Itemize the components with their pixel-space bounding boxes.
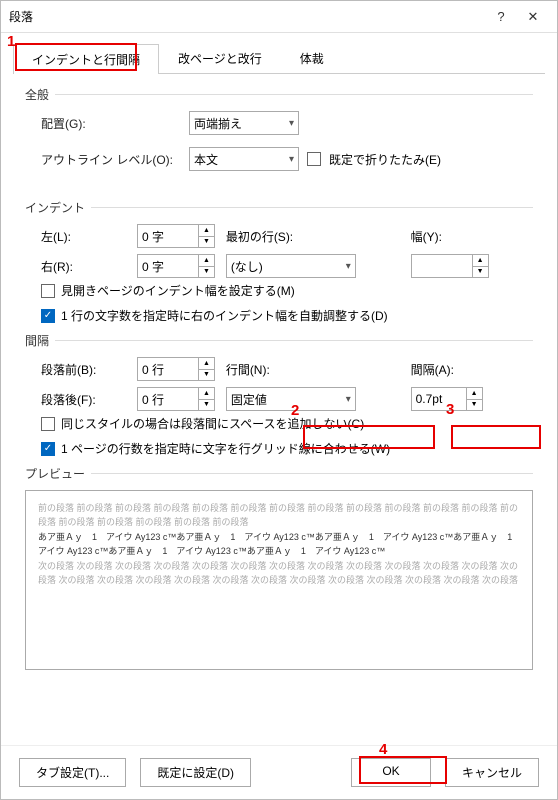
group-general: 全般 xyxy=(25,82,533,105)
no-space-label: 同じスタイルの場合は段落間にスペースを追加しない(C) xyxy=(61,415,364,432)
indent-width-label: 幅(Y): xyxy=(411,228,442,245)
spin-down-icon[interactable]: ▼ xyxy=(467,400,482,411)
divider xyxy=(55,94,533,95)
preview-before-text: 前の段落 前の段落 前の段落 前の段落 前の段落 前の段落 前の段落 前の段落 … xyxy=(38,501,520,530)
spin-up-icon[interactable]: ▲ xyxy=(473,255,488,267)
line-spacing-label: 行間(N): xyxy=(226,361,270,378)
preview-sample-text: あア亜Ａｙ 1 アイウ Ay123 c™あア亜Ａｙ 1 アイウ Ay123 c™… xyxy=(38,530,520,559)
before-spinner[interactable]: ▲▼ xyxy=(137,357,215,381)
spin-up-icon[interactable]: ▲ xyxy=(199,358,214,370)
preview-after-text: 次の段落 次の段落 次の段落 次の段落 次の段落 次の段落 次の段落 次の段落 … xyxy=(38,559,520,588)
alignment-value: 両端揃え xyxy=(194,115,242,132)
spin-down-icon[interactable]: ▼ xyxy=(199,370,214,381)
cancel-button[interactable]: キャンセル xyxy=(445,758,539,787)
auto-adjust-checkbox[interactable]: ✓ xyxy=(41,309,55,323)
indent-right-spinner[interactable]: ▲▼ xyxy=(137,254,215,278)
indent-width-input[interactable] xyxy=(411,254,473,278)
spin-down-icon[interactable]: ▼ xyxy=(199,400,214,411)
chevron-down-icon: ▾ xyxy=(289,118,294,129)
tab-page-break[interactable]: 改ページと改行 xyxy=(159,43,281,73)
tab-strip: インデントと行間隔 改ページと改行 体裁 xyxy=(13,43,545,74)
collapse-label: 既定で折りたたみ(E) xyxy=(329,151,441,168)
close-button[interactable]: ✕ xyxy=(517,9,549,25)
before-label: 段落前(B): xyxy=(41,361,131,378)
preview-box: 前の段落 前の段落 前の段落 前の段落 前の段落 前の段落 前の段落 前の段落 … xyxy=(25,490,533,670)
indent-heading: インデント xyxy=(25,199,85,218)
preview-heading: プレビュー xyxy=(25,465,85,484)
indent-right-input[interactable] xyxy=(137,254,199,278)
mirror-indent-checkbox[interactable] xyxy=(41,284,55,298)
after-spinner[interactable]: ▲▼ xyxy=(137,387,215,411)
after-label: 段落後(F): xyxy=(41,391,131,408)
spin-up-icon[interactable]: ▲ xyxy=(199,225,214,237)
group-preview: プレビュー xyxy=(25,461,533,484)
group-spacing: 間隔 xyxy=(25,328,533,351)
tabs-button[interactable]: タブ設定(T)... xyxy=(19,758,126,787)
chevron-down-icon: ▾ xyxy=(346,261,351,272)
spin-up-icon[interactable]: ▲ xyxy=(199,255,214,267)
paragraph-dialog: 1 2 3 4 段落 ? ✕ インデントと行間隔 改ページと改行 体裁 全般 配… xyxy=(0,0,558,800)
dialog-footer: タブ設定(T)... 既定に設定(D) OK キャンセル xyxy=(1,745,557,799)
dialog-content: 全般 配置(G): 両端揃え ▾ アウトライン レベル(O): 本文 ▾ 既定で… xyxy=(1,74,557,745)
alignment-select[interactable]: 両端揃え ▾ xyxy=(189,111,299,135)
spin-down-icon[interactable]: ▼ xyxy=(473,267,488,278)
snap-grid-label: 1 ページの行数を指定時に文字を行グリッド線に合わせる(W) xyxy=(61,440,390,457)
outline-value: 本文 xyxy=(194,151,218,168)
help-button[interactable]: ? xyxy=(485,9,517,24)
indent-left-input[interactable] xyxy=(137,224,199,248)
before-input[interactable] xyxy=(137,357,199,381)
chevron-down-icon: ▾ xyxy=(346,394,351,405)
dialog-title: 段落 xyxy=(9,8,485,25)
outline-select[interactable]: 本文 ▾ xyxy=(189,147,299,171)
first-line-label: 最初の行(S): xyxy=(226,228,293,245)
collapse-checkbox[interactable] xyxy=(307,152,321,166)
indent-right-label: 右(R): xyxy=(41,258,131,275)
alignment-label: 配置(G): xyxy=(41,115,181,132)
spacing-heading: 間隔 xyxy=(25,332,49,351)
first-line-value: (なし) xyxy=(231,258,263,275)
spin-down-icon[interactable]: ▼ xyxy=(199,267,214,278)
at-input[interactable] xyxy=(411,387,467,411)
spin-up-icon[interactable]: ▲ xyxy=(199,388,214,400)
at-label: 間隔(A): xyxy=(411,361,454,378)
chevron-down-icon: ▾ xyxy=(289,154,294,165)
at-spinner[interactable]: ▲▼ xyxy=(411,387,483,411)
spin-up-icon[interactable]: ▲ xyxy=(467,388,482,400)
group-indent: インデント xyxy=(25,195,533,218)
tab-indent-spacing[interactable]: インデントと行間隔 xyxy=(13,44,159,74)
mirror-indent-label: 見開きページのインデント幅を設定する(M) xyxy=(61,282,295,299)
divider xyxy=(55,340,533,341)
line-spacing-value: 固定値 xyxy=(231,391,267,408)
first-line-select[interactable]: (なし) ▾ xyxy=(226,254,356,278)
line-spacing-select[interactable]: 固定値 ▾ xyxy=(226,387,356,411)
divider xyxy=(91,207,533,208)
titlebar: 段落 ? ✕ xyxy=(1,1,557,33)
snap-grid-checkbox[interactable]: ✓ xyxy=(41,442,55,456)
ok-button[interactable]: OK xyxy=(351,758,431,787)
auto-adjust-label: 1 行の文字数を指定時に右のインデント幅を自動調整する(D) xyxy=(61,307,388,324)
indent-left-label: 左(L): xyxy=(41,228,131,245)
tab-asian[interactable]: 体裁 xyxy=(281,43,343,73)
divider xyxy=(91,473,533,474)
general-heading: 全般 xyxy=(25,86,49,105)
spin-down-icon[interactable]: ▼ xyxy=(199,237,214,248)
after-input[interactable] xyxy=(137,387,199,411)
no-space-checkbox[interactable] xyxy=(41,417,55,431)
indent-width-spinner[interactable]: ▲▼ xyxy=(411,254,489,278)
indent-left-spinner[interactable]: ▲▼ xyxy=(137,224,215,248)
set-default-button[interactable]: 既定に設定(D) xyxy=(140,758,251,787)
outline-label: アウトライン レベル(O): xyxy=(41,151,181,168)
